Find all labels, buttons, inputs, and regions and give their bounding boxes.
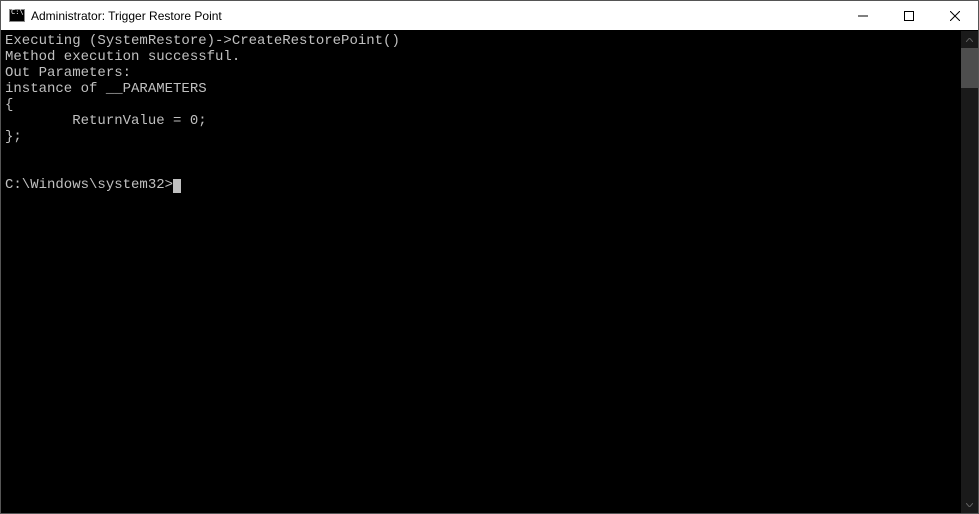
scroll-thumb[interactable] <box>961 48 978 88</box>
vertical-scrollbar[interactable] <box>961 31 978 513</box>
scroll-down-arrow[interactable] <box>961 496 978 513</box>
maximize-button[interactable] <box>886 1 932 30</box>
prompt: C:\Windows\system32> <box>5 177 173 193</box>
console-output[interactable]: Executing (SystemRestore)->CreateRestore… <box>1 31 961 513</box>
close-button[interactable] <box>932 1 978 30</box>
console-area: Executing (SystemRestore)->CreateRestore… <box>1 31 978 513</box>
window-controls <box>840 1 978 30</box>
minimize-button[interactable] <box>840 1 886 30</box>
cmd-icon <box>9 9 25 23</box>
maximize-icon <box>904 11 914 21</box>
titlebar[interactable]: Administrator: Trigger Restore Point <box>1 1 978 31</box>
window-title: Administrator: Trigger Restore Point <box>31 9 840 23</box>
console-lines: Executing (SystemRestore)->CreateRestore… <box>5 33 400 145</box>
chevron-up-icon <box>966 38 973 42</box>
console-window: Administrator: Trigger Restore Point Exe… <box>0 0 979 514</box>
close-icon <box>950 11 960 21</box>
chevron-down-icon <box>966 503 973 507</box>
minimize-icon <box>858 11 868 21</box>
scroll-up-arrow[interactable] <box>961 31 978 48</box>
scroll-track[interactable] <box>961 48 978 496</box>
text-cursor <box>173 179 181 193</box>
